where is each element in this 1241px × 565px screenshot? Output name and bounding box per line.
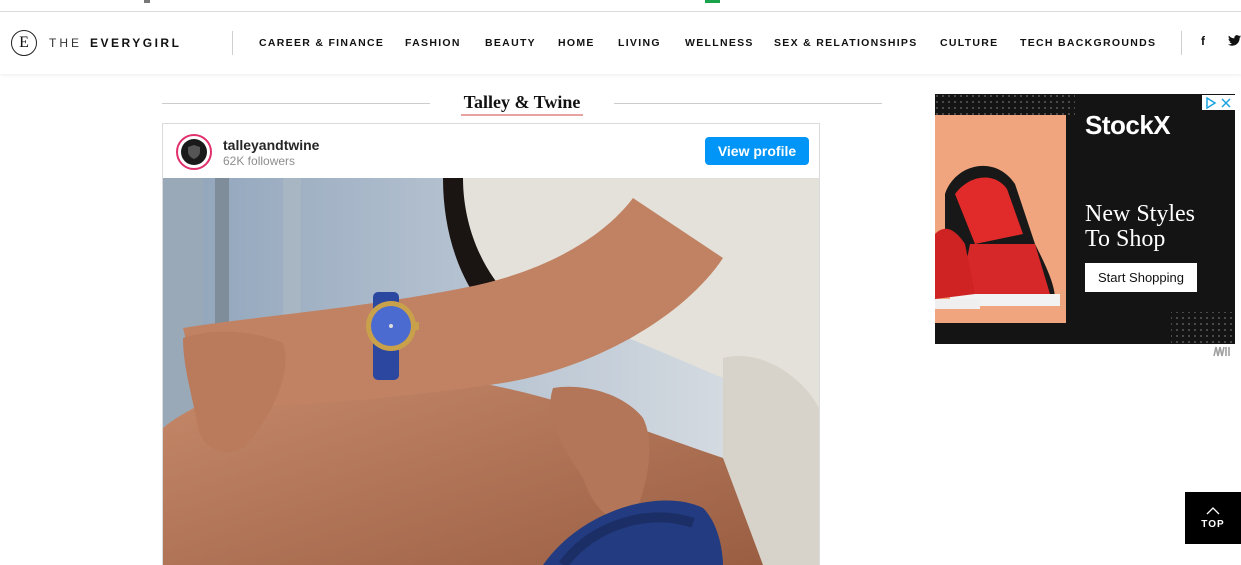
stockx-ad[interactable]: StockX New Styles To Shop Start Shopping	[935, 94, 1235, 344]
header-divider	[232, 31, 233, 55]
facebook-icon[interactable]: f	[1201, 34, 1205, 48]
title-underline	[461, 114, 583, 116]
logo-name: EVERYGIRL	[90, 36, 182, 50]
ad-headline-2: To Shop	[1085, 226, 1166, 252]
nav-tech-backgrounds[interactable]: TECH BACKGROUNDS	[1020, 37, 1156, 49]
start-shopping-button[interactable]: Start Shopping	[1085, 263, 1197, 292]
avatar[interactable]	[176, 134, 212, 170]
browser-top-strip	[0, 0, 1241, 12]
nav-fashion[interactable]: FASHION	[405, 37, 461, 49]
header-divider-right	[1181, 31, 1182, 55]
stockx-brand: StockX	[1085, 110, 1171, 140]
avatar-shield-icon	[181, 139, 207, 165]
ad-headline-1: New Styles	[1085, 201, 1195, 227]
site-header: E THE EVERYGIRL CAREER & FINANCE FASHION…	[0, 12, 1241, 74]
back-to-top-button[interactable]: TOP	[1185, 492, 1241, 544]
title-rule-left	[162, 103, 430, 104]
title-rule-right	[614, 103, 882, 104]
section-title: Talley & Twine	[463, 92, 581, 112]
chevron-up-icon	[1206, 506, 1220, 514]
instagram-username[interactable]: talleyandtwine	[223, 137, 319, 153]
twitter-icon[interactable]	[1228, 35, 1241, 49]
logo-mark: E	[11, 30, 37, 56]
top-strip-mark-green	[705, 0, 720, 3]
instagram-embed: talleyandtwine 62K followers View profil…	[162, 123, 820, 565]
top-strip-mark	[144, 0, 150, 3]
nav-sex-relationships[interactable]: SEX & RELATIONSHIPS	[774, 37, 918, 49]
adchoices-icon[interactable]	[1202, 95, 1235, 110]
nav-culture[interactable]: CULTURE	[940, 37, 998, 49]
logo-the: THE	[49, 36, 82, 50]
nav-beauty[interactable]: BEAUTY	[485, 37, 536, 49]
view-profile-button[interactable]: View profile	[705, 137, 809, 165]
nav-living[interactable]: LIVING	[618, 37, 661, 49]
instagram-photo[interactable]	[163, 178, 819, 565]
site-logo[interactable]: E THE EVERYGIRL	[11, 29, 181, 57]
nav-wellness[interactable]: WELLNESS	[685, 37, 754, 49]
top-label: TOP	[1201, 518, 1225, 530]
instagram-followers: 62K followers	[223, 154, 296, 168]
nav-home[interactable]: HOME	[558, 37, 595, 49]
nav-career-finance[interactable]: CAREER & FINANCE	[259, 37, 384, 49]
ad-network-icon	[1213, 345, 1233, 360]
